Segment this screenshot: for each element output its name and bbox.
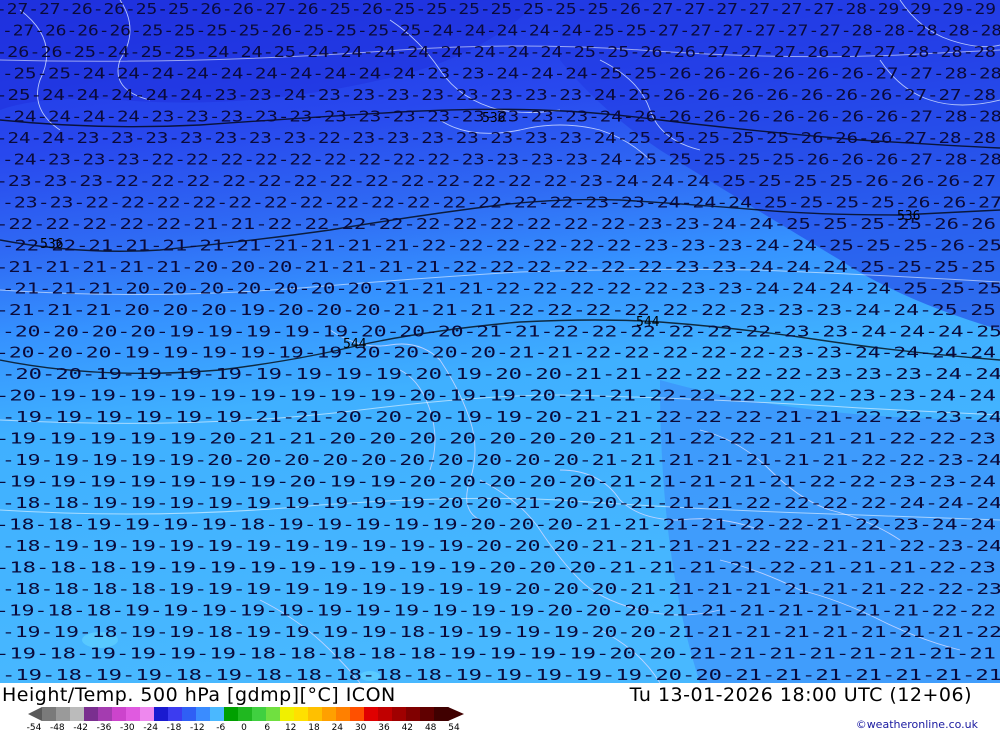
map-parameter-title: Height/Temp. 500 hPa [gdmp][°C] ICON [2, 684, 396, 706]
legend-tick-label: -24 [143, 723, 159, 733]
contour-label-536-north: 536 [482, 111, 505, 126]
legend-tick-label: -18 [166, 723, 182, 733]
weather-map: -27-27-26-26-25-25-26-26-27-26-25-26-25-… [0, 0, 1000, 683]
legend-swatch [294, 707, 309, 721]
temperature-row: -18-18-18-19-19-19-19-19-19-19-19-19-20-… [0, 559, 996, 577]
temperature-row: -25-24-24-24-24-24-23-23-24-23-23-23-23-… [0, 86, 996, 104]
legend-swatch [406, 707, 421, 721]
temperature-row: -19-19-19-19-19-20-21-21-20-20-20-20-20-… [0, 430, 996, 448]
legend-swatch [336, 707, 351, 721]
legend-tick-label: -30 [119, 723, 135, 733]
legend-swatch [112, 707, 127, 721]
map-footer: Height/Temp. 500 hPa [gdmp][°C] ICON Tu … [0, 683, 1000, 733]
legend-swatch [266, 707, 281, 721]
temperature-row: -21-21-21-21-21-20-20-20-21-21-21-21-22-… [0, 258, 996, 276]
legend-swatch [84, 707, 99, 721]
legend-swatch [420, 707, 435, 721]
temperature-row: -23-23-23-22-22-22-22-22-22-22-22-22-22-… [0, 172, 996, 190]
legend-tick-label: 30 [354, 723, 367, 733]
legend-tick-label: -36 [96, 723, 112, 733]
temperature-row: -19-18-18-19-19-19-19-19-19-19-19-19-19-… [0, 602, 996, 620]
legend-swatch [56, 707, 71, 721]
temperature-row: -22-22-22-22-22-21-21-22-22-22-22-22-22-… [0, 215, 996, 233]
legend-swatch [378, 707, 393, 721]
legend-swatch [182, 707, 197, 721]
legend-tick-label: 24 [331, 723, 344, 733]
legend-arrow-right [448, 707, 464, 721]
legend-swatch [154, 707, 169, 721]
contour-label-544-center: 544 [636, 315, 660, 330]
legend-swatch [126, 707, 141, 721]
temperature-row: -19-18-19-19-19-19-18-18-18-18-18-19-19-… [0, 645, 996, 663]
temperature-row: -20-20-20-19-19-19-19-19-19-20-20-20-20-… [0, 344, 996, 362]
legend-swatch [168, 707, 183, 721]
temperature-row: -20-20-19-19-19-19-19-19-19-19-20-19-20-… [2, 365, 1000, 383]
contour-label-536-east: 536 [897, 209, 920, 224]
temperature-row: -21-21-21-20-20-20-20-20-20-20-21-21-21-… [2, 279, 1000, 297]
temperature-row: -22-22-21-21-21-21-21-21-21-21-21-22-22-… [2, 236, 1000, 254]
legend-swatch [196, 707, 211, 721]
legend-arrow-left [28, 707, 42, 721]
legend-swatch [280, 707, 295, 721]
legend-swatch [308, 707, 323, 721]
legend-swatch [252, 707, 267, 721]
legend-tick-label: 6 [264, 723, 271, 733]
temperature-row: -23-23-22-22-22-22-22-22-22-22-22-22-22-… [2, 193, 1000, 211]
legend-tick-label: 36 [378, 723, 390, 733]
legend-swatch [98, 707, 113, 721]
contour-label-544-west: 544 [343, 337, 367, 352]
temperature-row: -24-24-23-23-23-23-23-23-23-22-23-23-23-… [0, 129, 996, 147]
legend-swatch [434, 707, 449, 721]
map-canvas: -27-27-26-26-25-25-26-26-27-26-25-26-25-… [0, 0, 1000, 683]
temperature-row: -19-19-18-19-19-18-19-19-19-19-18-19-19-… [2, 623, 1000, 641]
legend-swatch [140, 707, 155, 721]
temperature-row: -25-25-24-24-24-24-24-24-24-24-24-24-23-… [2, 65, 1000, 83]
temperature-row: -18-18-19-19-19-19-18-19-19-19-19-19-20-… [0, 516, 996, 534]
temperature-row: -19-19-19-19-19-19-21-21-20-20-20-19-19-… [2, 408, 1000, 426]
legend-swatch [392, 707, 407, 721]
legend-tick-label: -12 [189, 723, 205, 733]
temperature-row: -19-18-19-19-18-19-18-18-18-18-18-19-19-… [2, 666, 1000, 683]
legend-swatch [70, 707, 85, 721]
temperature-row: -19-19-19-19-19-19-19-20-19-19-20-20-20-… [0, 473, 996, 491]
credit-link[interactable]: ©weatheronline.co.uk [856, 718, 978, 731]
legend-swatch [238, 707, 253, 721]
legend-tick-label: 48 [424, 723, 437, 733]
temperature-row: -26-26-25-24-25-25-24-24-25-24-24-24-24-… [0, 43, 996, 61]
temperature-row: -27-26-26-26-25-25-25-25-26-25-25-25-25-… [2, 22, 1000, 40]
color-legend [28, 707, 464, 721]
legend-swatch [350, 707, 365, 721]
legend-tick-label: 12 [284, 723, 297, 733]
temperature-row: -27-27-26-26-25-25-26-26-27-26-25-26-25-… [0, 0, 996, 18]
legend-swatch [210, 707, 225, 721]
temperature-row: -18-18-19-19-19-19-19-19-19-19-19-20-20-… [2, 494, 1000, 512]
legend-tick-label: 54 [448, 723, 460, 733]
temperature-row: -20-19-19-19-19-19-19-19-19-19-20-19-19-… [0, 387, 996, 405]
legend-ticks: -54 -48 -42 -36 -30 -24 -18 -12 -6 0 6 12 18 24 30 36 42… [27, 723, 464, 733]
legend-tick-label: -6 [216, 723, 226, 733]
temperature-row: -24-23-23-23-22-22-22-22-22-22-22-22-22-… [2, 150, 1000, 168]
legend-tick-label: -54 [26, 723, 42, 733]
temperature-row: -19-19-19-19-19-20-20-20-20-20-20-20-20-… [2, 451, 1000, 469]
legend-tick-label: -42 [73, 723, 89, 733]
legend-swatch [224, 707, 239, 721]
temperature-row: -20-20-20-20-19-19-19-19-19-20-20-20-21-… [2, 322, 1000, 340]
contour-label-536-west: 536 [40, 237, 63, 252]
legend-tick-label: 42 [401, 723, 414, 733]
map-datetime: Tu 13-01-2026 18:00 UTC (12+06) [629, 684, 972, 706]
legend-swatch [42, 707, 57, 721]
temperature-row: -18-19-19-19-19-19-19-19-19-19-19-19-20-… [2, 537, 1000, 555]
legend-swatch [364, 707, 379, 721]
legend-tick-label: 0 [241, 723, 247, 733]
legend-tick-label: 18 [308, 723, 320, 733]
legend-swatch [322, 707, 337, 721]
temperature-row: -21-21-21-20-20-20-19-20-20-20-21-21-21-… [0, 301, 996, 319]
legend-tick-label: -48 [49, 723, 65, 733]
temperature-row: -18-18-18-18-19-19-19-19-19-19-19-19-19-… [2, 580, 1000, 598]
